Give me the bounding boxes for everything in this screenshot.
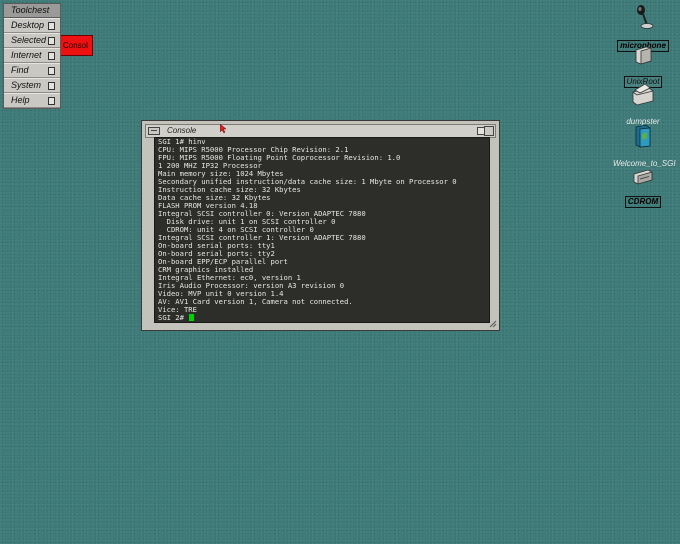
terminal-line: On-board serial ports: tty1 <box>158 242 275 250</box>
terminal-line: On-board EPP/ECP parallel port <box>158 258 288 266</box>
terminal-line: Disk drive: unit 1 on SCSI controller 0 <box>158 218 336 226</box>
toolchest-menu: Desktop Selected Internet Find System He… <box>3 18 61 109</box>
toolchest-item-label: Selected <box>11 35 47 45</box>
toolchest-item-selected[interactable]: Selected <box>4 33 60 48</box>
toolchest-title[interactable]: Toolchest <box>3 3 61 18</box>
terminal-prompt-line[interactable]: SGI 2# <box>158 314 486 322</box>
terminal-line: Video: MVP unit 0 version 1.4 <box>158 290 284 298</box>
toolchest-item-label: System <box>11 80 42 90</box>
toolchest-item-desktop[interactable]: Desktop <box>4 18 60 33</box>
terminal-line: Instruction cache size: 32 Kbytes <box>158 186 301 194</box>
terminal-line: Iris Audio Processor: version A3 revisio… <box>158 282 345 290</box>
microphone-icon <box>637 5 654 29</box>
console-window[interactable]: Console SGI 1# hinv CPU: MIPS R5000 Proc… <box>141 120 500 331</box>
desktop-icon-cdrom[interactable]: CDROM <box>611 168 675 209</box>
toolchest-item-label: Find <box>11 65 29 75</box>
toolchest-item-help[interactable]: Help <box>4 93 60 108</box>
resize-grip-icon[interactable] <box>489 320 497 328</box>
terminal-output[interactable]: SGI 1# hinv CPU: MIPS R5000 Processor Ch… <box>154 137 490 323</box>
terminal-line: CPU: MIPS R5000 Processor Chip Revision:… <box>158 146 349 154</box>
terminal-line: AV: AV1 Card version 1, Camera not conne… <box>158 298 353 306</box>
submenu-icon <box>48 82 55 90</box>
terminal-line: CDROM: unit 4 on SCSI controller 0 <box>158 226 314 234</box>
terminal-line: Data cache size: 32 Kbytes <box>158 194 271 202</box>
terminal-line: SGI 1# hinv <box>158 138 206 146</box>
submenu-icon <box>48 52 55 60</box>
window-menu-button[interactable] <box>148 127 160 135</box>
window-title: Console <box>167 126 197 135</box>
toolchest-item-label: Internet <box>11 50 42 60</box>
toolchest-item-system[interactable]: System <box>4 78 60 93</box>
submenu-icon <box>48 67 55 75</box>
dumpster-icon <box>632 83 654 106</box>
background-console-window[interactable]: Consol <box>59 35 93 56</box>
submenu-icon <box>48 37 55 45</box>
terminal-line: Integral Ethernet: ec0, version 1 <box>158 274 301 282</box>
terminal-line: On-board serial ports: tty2 <box>158 250 275 258</box>
desktop-icon-dumpster[interactable]: dumpster <box>611 82 675 129</box>
cdrom-icon <box>633 169 653 185</box>
terminal-prompt: SGI 2# <box>158 314 189 322</box>
text-cursor <box>189 314 195 321</box>
terminal-line: FLASH PROM version 4.18 <box>158 202 258 210</box>
toolchest: Toolchest Desktop Selected Internet Find… <box>3 3 61 109</box>
terminal-line: Secondary unified instruction/data cache… <box>158 178 457 186</box>
mouse-pointer-icon <box>220 124 227 134</box>
toolchest-item-internet[interactable]: Internet <box>4 48 60 63</box>
terminal-line: FPU: MIPS R5000 Floating Point Coprocess… <box>158 154 401 162</box>
desktop-icon-welcome[interactable]: Welcome_to_SGI <box>611 124 676 171</box>
icon-label: CDROM <box>624 196 662 208</box>
document-icon <box>635 124 651 148</box>
terminal-line: Vice: TRE <box>158 306 197 314</box>
terminal-line: Main memory size: 1024 Mbytes <box>158 170 284 178</box>
toolchest-item-find[interactable]: Find <box>4 63 60 78</box>
terminal-line: CRM graphics installed <box>158 266 254 274</box>
terminal-line: Integral SCSI controller 1: Version ADAP… <box>158 234 366 242</box>
submenu-icon <box>48 97 55 105</box>
folder-icon <box>635 46 652 65</box>
background-window-label: Consol <box>63 41 88 50</box>
terminal-line: 1 200 MHZ IP32 Processor <box>158 162 262 170</box>
submenu-icon <box>48 22 55 30</box>
terminal-line: Integral SCSI controller 0: Version ADAP… <box>158 210 366 218</box>
toolchest-item-label: Help <box>11 95 30 105</box>
console-titlebar[interactable]: Console <box>145 124 496 138</box>
toolchest-item-label: Desktop <box>11 20 45 30</box>
maximize-button[interactable] <box>484 126 494 136</box>
